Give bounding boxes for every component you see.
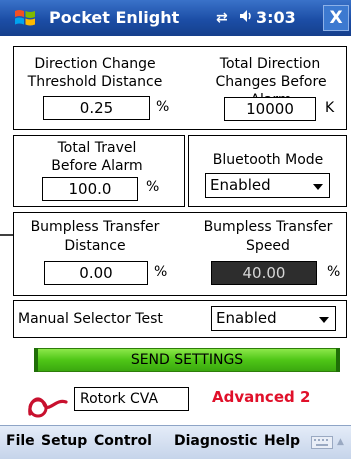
total-travel-label-line1: Total Travel xyxy=(57,140,137,156)
bumpless-speed-label-line2: Speed xyxy=(246,238,290,254)
windows-logo-icon[interactable] xyxy=(13,6,37,30)
menu-help[interactable]: Help xyxy=(264,433,300,449)
connectivity-icon[interactable]: ⇄ xyxy=(216,10,228,26)
direction-change-label-line2: Threshold Distance xyxy=(27,74,163,90)
menu-file[interactable]: File xyxy=(6,433,35,449)
bumpless-speed-input: 40.00 xyxy=(211,261,317,285)
total-direction-changes-input[interactable]: 10000 xyxy=(224,97,316,121)
direction-change-unit: % xyxy=(156,99,170,115)
keyboard-icon[interactable] xyxy=(311,436,333,449)
send-settings-label: SEND SETTINGS xyxy=(130,352,244,368)
bluetooth-mode-label: Bluetooth Mode xyxy=(212,152,324,168)
bumpless-distance-unit: % xyxy=(154,264,168,280)
chevron-down-icon[interactable] xyxy=(319,317,329,323)
clock[interactable]: 3:03 xyxy=(256,8,296,27)
total-travel-label-line2: Before Alarm xyxy=(51,158,143,174)
app-title: Pocket Enlight xyxy=(49,8,180,27)
bumpless-distance-input[interactable]: 0.00 xyxy=(44,261,148,285)
menu-diagnostic[interactable]: Diagnostic xyxy=(174,433,258,449)
total-travel-input[interactable]: 100.0 xyxy=(42,177,138,201)
close-button[interactable]: X xyxy=(323,5,349,31)
bluetooth-mode-select[interactable]: Enabled xyxy=(205,173,330,198)
device-name-field[interactable]: Rotork CVA xyxy=(74,387,189,411)
total-travel-unit: % xyxy=(146,179,160,195)
direction-change-threshold-input[interactable]: 0.25 xyxy=(43,96,150,120)
manual-selector-select[interactable]: Enabled xyxy=(211,306,336,331)
direction-settings-panel: Direction Change Threshold Distance 0.25… xyxy=(13,46,347,130)
bumpless-distance-label-line1: Bumpless Transfer xyxy=(30,219,160,235)
bumpless-distance-label-line2: Distance xyxy=(64,238,126,254)
send-settings-button[interactable]: SEND SETTINGS xyxy=(34,348,340,372)
chevron-down-icon[interactable] xyxy=(313,184,323,190)
bumpless-speed-unit: % xyxy=(327,264,341,280)
total-direction-label-line1: Total Direction xyxy=(219,56,321,72)
button-cap-left xyxy=(34,348,38,372)
volume-icon[interactable] xyxy=(238,8,254,28)
menu-bar: File Setup Control Diagnostic Help ▲ xyxy=(0,425,351,459)
direction-change-label-line1: Direction Change xyxy=(34,56,156,72)
bluetooth-mode-value: Enabled xyxy=(210,176,271,194)
title-bar: Pocket Enlight ⇄ 3:03 X xyxy=(0,0,351,36)
menu-setup[interactable]: Setup xyxy=(41,433,87,449)
rotork-logo-icon xyxy=(28,397,68,418)
manual-selector-panel: Manual Selector Test Enabled xyxy=(13,300,347,338)
bumpless-transfer-panel: Bumpless Transfer Distance 0.00 % Bumple… xyxy=(13,212,347,296)
keyboard-caret-icon[interactable]: ▲ xyxy=(337,437,344,447)
button-cap-right xyxy=(336,348,340,372)
bluetooth-panel: Bluetooth Mode Enabled xyxy=(188,135,347,207)
mode-label: Advanced 2 xyxy=(212,388,311,406)
total-direction-unit: K xyxy=(325,100,335,116)
manual-selector-label: Manual Selector Test xyxy=(18,311,163,327)
total-travel-panel: Total Travel Before Alarm 100.0 % xyxy=(13,135,185,207)
menu-control[interactable]: Control xyxy=(94,433,152,449)
bumpless-speed-label-line1: Bumpless Transfer xyxy=(203,219,333,235)
manual-selector-value: Enabled xyxy=(216,309,277,327)
